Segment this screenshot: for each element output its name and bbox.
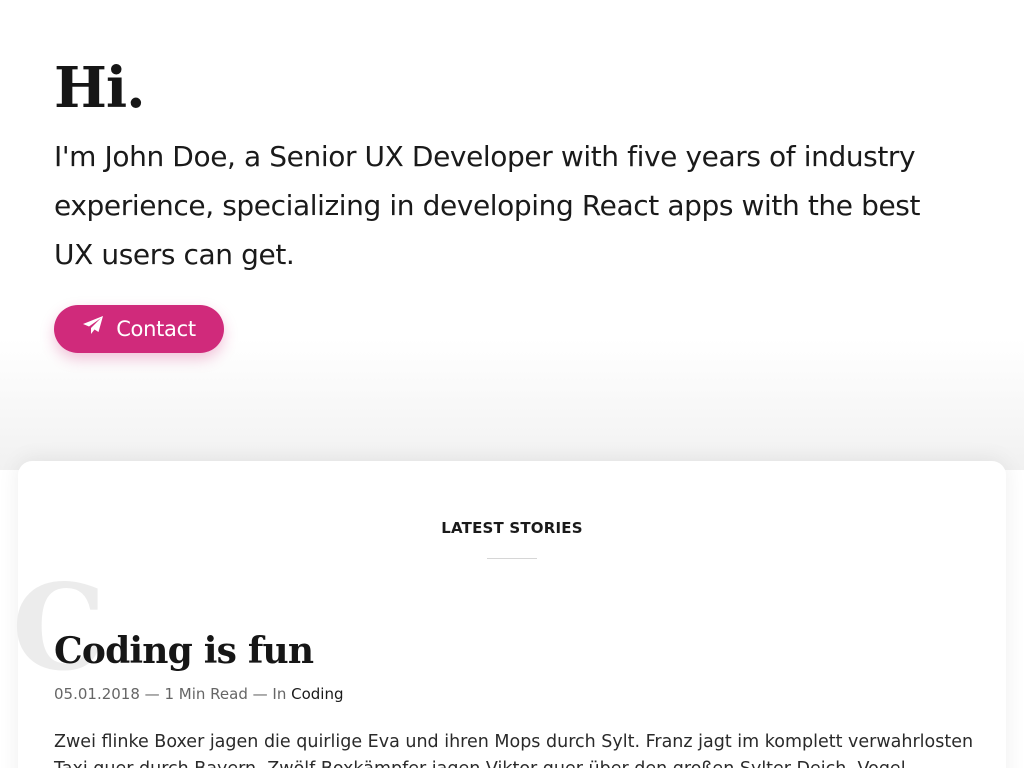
story-category-link[interactable]: Coding (291, 685, 343, 703)
story-category-prefix: In (272, 685, 287, 703)
section-title: LATEST STORIES (441, 519, 583, 537)
paper-plane-icon (82, 315, 104, 335)
story-meta: 05.01.2018 — 1 Min Read — In Coding (54, 685, 344, 703)
contact-button[interactable]: Contact (54, 305, 224, 353)
latest-stories-card: LATEST STORIES C Coding is fun 05.01.201… (12, 461, 1006, 768)
hero-section: Hi. I'm John Doe, a Senior UX Developer … (0, 0, 1024, 470)
story-read-time: 1 Min Read (164, 685, 248, 703)
meta-separator: — (252, 685, 268, 703)
hero-intro: I'm John Doe, a Senior UX Developer with… (54, 140, 921, 271)
section-divider (487, 558, 537, 559)
contact-button-label: Contact (116, 317, 196, 341)
hero-greeting: Hi. (54, 55, 146, 121)
page: Hi. I'm John Doe, a Senior UX Developer … (0, 0, 1024, 768)
meta-separator: — (144, 685, 160, 703)
story-date: 05.01.2018 (54, 685, 140, 703)
story-excerpt: Zwei flinke Boxer jagen die quirlige Eva… (54, 732, 974, 768)
story-title-link[interactable]: Coding is fun (54, 629, 314, 673)
